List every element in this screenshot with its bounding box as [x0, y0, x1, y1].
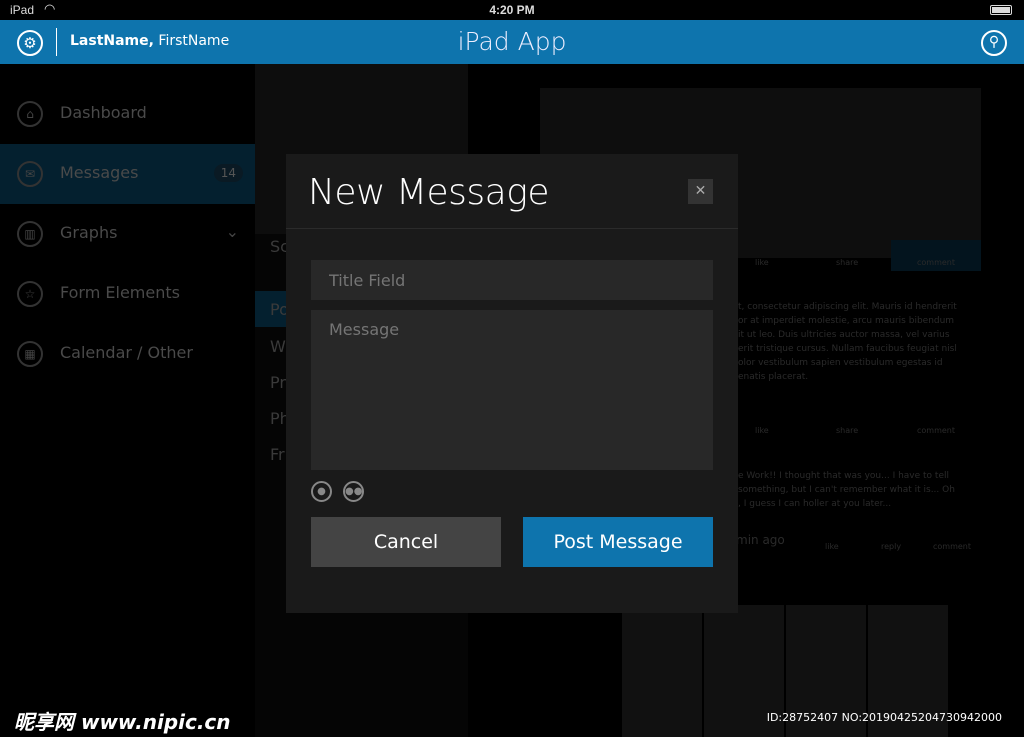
sidebar-item-graphs[interactable]: ▥ Graphs ⌄ — [0, 204, 255, 264]
sidebar-item-form-elements[interactable]: ☆ Form Elements — [0, 264, 255, 324]
subnav-item[interactable]: Pr — [270, 373, 286, 392]
sidebar-item-calendar[interactable]: ▦ Calendar / Other — [0, 324, 255, 384]
calendar-icon: ▦ — [17, 341, 43, 367]
unread-badge: 14 — [213, 164, 243, 182]
battery-icon — [990, 5, 1012, 15]
post-line: enatis placerat. — [738, 372, 809, 382]
chevron-down-icon: ⌄ — [225, 222, 239, 241]
people-icon[interactable]: ●● — [343, 481, 364, 502]
comment-line: e Work!! I thought that was you... I hav… — [738, 471, 949, 481]
sidebar-item-dashboard[interactable]: ⌂ Dashboard — [0, 84, 255, 144]
sidebar-item-label: Form Elements — [60, 283, 180, 302]
post-line: olor vestibulum sapien vestibulum egesta… — [738, 358, 943, 368]
dialog-title: New Message — [308, 172, 550, 213]
share-action[interactable]: share — [836, 258, 858, 267]
comment-action[interactable]: comment — [917, 258, 955, 267]
like-action[interactable]: like — [825, 542, 839, 551]
sidebar: ⌂ Dashboard ✉ Messages 14 ▥ Graphs ⌄ ☆ Form El… — [0, 64, 255, 737]
comment-action[interactable]: comment — [917, 426, 955, 435]
comment-text: e Work!! I thought that was you... I hav… — [738, 469, 955, 511]
sidebar-item-label: Messages — [60, 163, 139, 182]
watermark-id: ID:28752407 NO:20190425204730942000 — [766, 711, 1002, 724]
sidebar-item-label: Calendar / Other — [60, 343, 193, 362]
sidebar-item-label: Dashboard — [60, 103, 147, 122]
comment-action[interactable]: comment — [933, 542, 971, 551]
like-action[interactable]: like — [755, 426, 769, 435]
clock: 4:20 PM — [489, 3, 535, 17]
comment-time: min ago — [736, 533, 785, 547]
title-input[interactable] — [311, 260, 713, 300]
post-text: t, consectetur adipiscing elit. Mauris i… — [738, 300, 957, 384]
message-textarea[interactable] — [311, 310, 713, 470]
post-line: erit tristique cursus. Nullam faucibus f… — [738, 344, 957, 354]
post-line: it ut leo. Duis ultricies auctor massa, … — [738, 330, 950, 340]
share-action[interactable]: share — [836, 426, 858, 435]
like-action[interactable]: like — [755, 258, 769, 267]
subnav-item[interactable]: W — [270, 337, 286, 356]
divider — [286, 228, 738, 229]
close-icon[interactable]: ✕ — [688, 179, 713, 204]
status-bar: iPad ◠ 4:20 PM — [0, 0, 1024, 20]
sidebar-item-label: Graphs — [60, 223, 118, 242]
subnav-item[interactable]: Fr — [270, 445, 285, 464]
star-icon: ☆ — [17, 281, 43, 307]
envelope-icon: ✉ — [17, 161, 43, 187]
post-line: or at imperdiet molestie, arcu mauris bi… — [738, 316, 955, 326]
post-message-button[interactable]: Post Message — [523, 517, 713, 567]
comment-line: something, but I can't remember what it … — [738, 485, 955, 495]
home-icon: ⌂ — [17, 101, 43, 127]
post-line: t, consectetur adipiscing elit. Mauris i… — [738, 302, 957, 312]
app-title: iPad App — [457, 27, 567, 56]
new-message-dialog: New Message ✕ ● ●● Cancel Post Message — [286, 154, 738, 613]
comment-line: , I guess I can holler at you later... — [738, 499, 892, 509]
reply-action[interactable]: reply — [881, 542, 901, 551]
bar-chart-icon: ▥ — [17, 221, 43, 247]
cancel-button[interactable]: Cancel — [311, 517, 501, 567]
app-header: ⚙ LastName, FirstName iPad App ⚲ — [0, 20, 1024, 64]
search-icon[interactable]: ⚲ — [981, 30, 1007, 56]
sidebar-item-messages[interactable]: ✉ Messages 14 — [0, 144, 255, 204]
location-pin-icon[interactable]: ● — [311, 481, 332, 502]
watermark-logo: 昵享网 www.nipic.cn — [14, 710, 231, 734]
